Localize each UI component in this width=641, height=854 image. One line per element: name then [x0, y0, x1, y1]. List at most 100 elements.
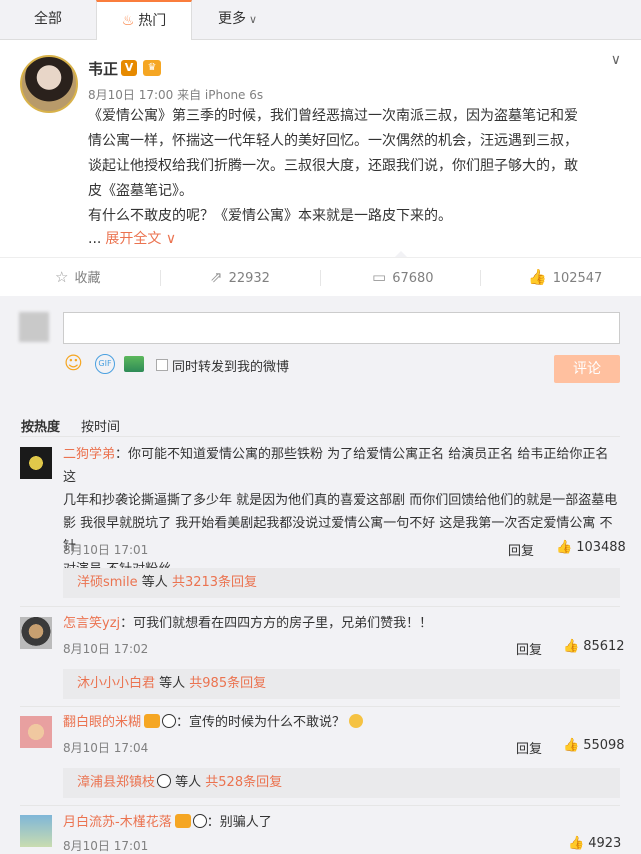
comment-like-count: 103488 — [576, 540, 626, 555]
divider — [20, 436, 620, 437]
comment-time: 8月10日 17:02 — [63, 642, 149, 656]
emoji-icon[interactable]: ☺ — [64, 354, 83, 374]
comment-author[interactable]: 翻白眼的米糊 — [63, 715, 141, 730]
reply-button[interactable]: 回复 — [516, 738, 542, 757]
post-card: 韦正 V ♛ 8月10日 17:00 来自 iPhone 6s ∨ 《爱情公寓》… — [0, 40, 641, 296]
reply-button[interactable]: 回复 — [516, 639, 542, 658]
comment-avatar[interactable] — [20, 716, 52, 748]
panda-icon — [162, 714, 177, 728]
post-line: 有什么不敢皮的呢？《爱情公寓》本来就是一路皮下来的。 — [88, 208, 452, 224]
sub-reply-author: 漳浦县郑镇枝 — [77, 775, 156, 790]
comment-button[interactable]: ▭ 67680 — [372, 258, 434, 297]
comment-like-button[interactable]: 👍 55098 — [563, 738, 625, 753]
divider — [20, 706, 620, 707]
sub-reply-count: 共528条回复 — [205, 775, 283, 790]
tab-more-label: 更多 — [218, 11, 246, 27]
post-line: 皮《盗墓笔记》。 — [88, 183, 193, 199]
member-crown-icon: ♛ — [143, 60, 161, 76]
comment-time: 8月10日 17:04 — [63, 741, 149, 755]
sub-replies-link[interactable]: 漳浦县郑镇枝 等人 共528条回复 — [63, 768, 620, 798]
reply-button[interactable]: 回复 — [508, 540, 534, 559]
sub-reply-author: 沐小小小白君 — [77, 676, 156, 691]
comment-author[interactable]: 怎言笑yzj — [63, 616, 120, 631]
sub-reply-mid: 等人 — [155, 676, 190, 691]
tab-all[interactable]: 全部 — [34, 0, 62, 40]
emoji-icon — [349, 714, 364, 728]
expand-label: 展开全文 — [105, 231, 162, 247]
comment-icon: ▭ — [372, 268, 387, 286]
forward-icon: ⇗ — [210, 268, 223, 286]
divider — [160, 270, 161, 286]
forward-count: 22932 — [228, 271, 270, 286]
forward-button[interactable]: ⇗ 22932 — [210, 258, 270, 297]
comment-like-count: 4923 — [588, 836, 622, 851]
author-avatar[interactable] — [20, 55, 78, 113]
chevron-down-icon: ∨ — [165, 231, 177, 247]
expand-full-text-link[interactable]: ... 展开全文 ∨ — [88, 228, 176, 248]
comment-body: ：别骗人了 — [206, 815, 272, 830]
thumbs-up-icon: 👍 — [563, 738, 580, 753]
sort-by-time[interactable]: 按时间 — [81, 416, 120, 435]
post-line: 《爱情公寓》第三季的时候，我们曾经恶搞过一次南派三叔，因为盗墓笔记和爱 — [88, 108, 578, 124]
comment-input[interactable] — [63, 312, 620, 344]
sub-reply-mid: 等人 — [171, 775, 206, 790]
favorite-button[interactable]: ☆ 收藏 — [55, 258, 100, 297]
comment-like-button[interactable]: 👍 85612 — [563, 639, 625, 654]
comment-text: 月白流苏-木槿花落 ：别骗人了 — [63, 811, 623, 834]
comment-like-count: 55098 — [583, 738, 625, 753]
comment-time: 8月10日 17:01 — [63, 839, 149, 853]
panda-icon — [157, 774, 172, 788]
comment-like-count: 85612 — [583, 639, 625, 654]
divider — [20, 805, 620, 806]
comment-like-button[interactable]: 👍 103488 — [556, 540, 626, 555]
sort-by-heat[interactable]: 按热度 — [21, 416, 60, 435]
comment-like-button[interactable]: 👍 4923 — [568, 836, 621, 851]
comment-text: 二狗学弟：你可能不知道爱情公寓的那些铁粉 为了给爱情公寓正名 给演员正名 给韦正… — [63, 443, 623, 581]
tab-all-label: 全部 — [34, 11, 62, 27]
gif-icon[interactable]: GIF — [95, 354, 115, 374]
tab-hot[interactable]: ♨ 热门 — [96, 0, 192, 41]
thumbs-up-icon: 👍 — [563, 639, 580, 654]
sync-forward-checkbox[interactable] — [156, 359, 168, 371]
panda-icon — [192, 814, 207, 828]
verified-icon: V — [121, 60, 137, 76]
sub-replies-link[interactable]: 沐小小小白君 等人 共985条回复 — [63, 669, 620, 699]
author-name[interactable]: 韦正 — [88, 58, 118, 79]
comment-line: ：你可能不知道爱情公寓的那些铁粉 为了给爱情公寓正名 给演员正名 给韦正给你正名… — [63, 447, 609, 485]
submit-comment-button[interactable]: 评论 — [554, 355, 620, 383]
post-line: 情公寓一样，怀揣这一代年轻人的美好回忆。一次偶然的机会，汪远遇到三叔， — [88, 133, 578, 149]
post-body: 《爱情公寓》第三季的时候，我们曾经恶搞过一次南派三叔，因为盗墓笔记和爱 情公寓一… — [88, 104, 620, 229]
comment-text: 怎言笑yzj：可我们就想看在四四方方的房子里，兄弟们赞我！！ — [63, 612, 623, 635]
sub-reply-mid: 等人 — [137, 575, 172, 590]
comment-body: ：可我们就想看在四四方方的房子里，兄弟们赞我！！ — [120, 616, 433, 631]
flame-icon: ♨ — [121, 13, 135, 29]
comment-avatar[interactable] — [20, 447, 52, 479]
comment-avatar[interactable] — [20, 815, 52, 847]
divider — [480, 270, 481, 286]
chevron-down-icon: ∨ — [249, 13, 258, 26]
post-actions: ☆ 收藏 ⇗ 22932 ▭ 67680 👍 102547 — [0, 257, 641, 296]
comment-avatar[interactable] — [20, 617, 52, 649]
sub-reply-author: 洋硕smile — [77, 575, 138, 590]
sub-replies-link[interactable]: 洋硕smile 等人 共3213条回复 — [63, 568, 620, 598]
like-button[interactable]: 👍 102547 — [528, 258, 602, 297]
comment-time: 8月10日 17:01 — [63, 543, 149, 557]
sub-reply-count: 共3213条回复 — [171, 575, 258, 590]
thumbs-up-icon: 👍 — [568, 836, 585, 851]
thumbs-up-icon: 👍 — [556, 540, 573, 555]
thumbs-up-icon: 👍 — [528, 268, 547, 286]
tab-more[interactable]: 更多 ∨ — [218, 0, 257, 40]
divider — [320, 270, 321, 286]
member-crown-icon — [144, 714, 161, 728]
comment-body: ：宣传的时候为什么不敢说？ — [176, 715, 346, 730]
comment-count: 67680 — [392, 271, 434, 286]
member-crown-icon — [174, 814, 191, 828]
comment-author[interactable]: 月白流苏-木槿花落 — [63, 815, 172, 830]
comment-author[interactable]: 二狗学弟 — [63, 447, 115, 462]
post-menu-chevron-icon[interactable]: ∨ — [611, 52, 621, 68]
image-icon[interactable] — [124, 356, 144, 372]
sub-reply-count: 共985条回复 — [189, 676, 267, 691]
post-meta: 8月10日 17:00 来自 iPhone 6s — [88, 88, 264, 102]
comment-text: 翻白眼的米糊 ：宣传的时候为什么不敢说？ — [63, 711, 623, 734]
top-tabs: 全部 ♨ 热门 更多 ∨ — [0, 0, 641, 41]
